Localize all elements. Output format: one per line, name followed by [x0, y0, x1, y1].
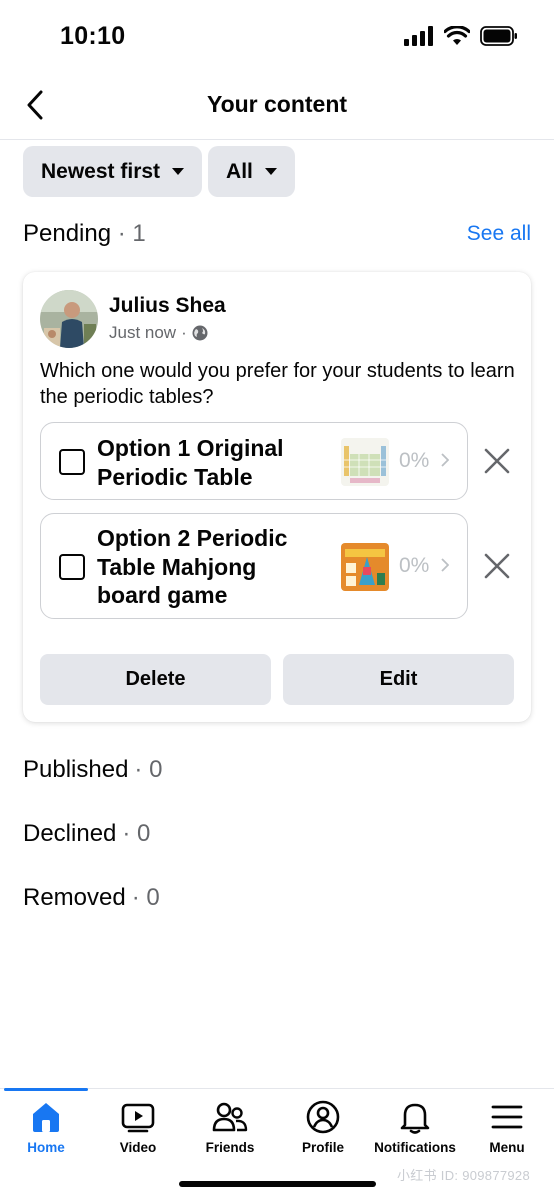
page-title: Your content [206, 91, 348, 117]
tab-video[interactable]: Video [92, 1099, 184, 1165]
wifi-icon [444, 26, 470, 45]
tab-label: Notifications [374, 1140, 456, 1155]
section-count: · 0 [122, 820, 151, 847]
edit-button[interactable]: Edit [283, 654, 514, 705]
tab-home[interactable]: Home [0, 1099, 92, 1165]
option-percent: 0% [399, 554, 430, 577]
globe-icon [192, 325, 208, 341]
chevron-right-icon [441, 451, 450, 472]
tab-label: Friends [205, 1140, 255, 1155]
section-label: Removed [23, 884, 126, 911]
section-count: · 0 [134, 756, 163, 783]
home-icon [28, 1099, 64, 1135]
pending-post-card: Julius Shea Just now · Which one would y… [23, 272, 531, 722]
section-label: Published [23, 756, 129, 783]
sort-filter-label: Newest first [41, 159, 161, 183]
see-all-link[interactable]: See all [467, 222, 531, 246]
meta-separator: · [181, 323, 187, 342]
status-icons [404, 26, 518, 46]
poll-question: Which one would you prefer for your stud… [40, 360, 515, 408]
chevron-right-icon [441, 556, 450, 577]
section-count: · 0 [131, 884, 160, 911]
periodic-table-thumbnail [341, 438, 389, 486]
mahjong-game-thumbnail [341, 543, 389, 591]
status-time: 10:10 [60, 22, 126, 50]
option-checkbox[interactable] [59, 554, 85, 580]
option-label: Option 2 Periodic Table Mahjong board ga… [97, 525, 288, 608]
signal-icon [404, 26, 433, 46]
watermark: 小红书 ID: 909877928 [396, 1168, 530, 1183]
status-bar: 10:10 [0, 0, 554, 72]
pending-section-header: Pending · 1 See all [23, 220, 531, 248]
menu-icon [489, 1099, 525, 1135]
post-meta: Just now · [109, 323, 208, 343]
battery-icon [480, 26, 517, 46]
profile-icon [305, 1099, 341, 1135]
section-label: Declined [23, 820, 117, 847]
bottom-tab-bar: Home Video Friends Profile Notifications… [0, 1088, 554, 1200]
post-author[interactable]: Julius Shea [109, 294, 226, 318]
tab-menu[interactable]: Menu [461, 1099, 553, 1165]
tab-label: Menu [489, 1140, 525, 1155]
poll-option-2[interactable]: Option 2 Periodic Table Mahjong board ga… [40, 513, 468, 619]
published-section[interactable]: Published · 0 [23, 756, 531, 784]
sort-filter-chip[interactable]: Newest first [23, 146, 203, 197]
active-tab-indicator [4, 1088, 88, 1091]
type-filter-chip[interactable]: All [208, 146, 295, 197]
delete-button[interactable]: Delete [40, 654, 271, 705]
tab-notifications[interactable]: Notifications [369, 1099, 461, 1165]
type-filter-label: All [226, 159, 253, 183]
nav-header: Your content [0, 72, 554, 140]
video-icon [120, 1099, 156, 1135]
home-indicator[interactable] [179, 1181, 376, 1187]
tab-label: Profile [301, 1140, 344, 1155]
remove-option-2-button[interactable] [481, 550, 513, 582]
close-icon [484, 448, 510, 474]
option-checkbox[interactable] [59, 449, 85, 475]
option-percent: 0% [399, 449, 430, 472]
poll-option-1[interactable]: Option 1 Original Periodic Table 0% [40, 422, 468, 500]
pending-count: · 1 [117, 220, 146, 247]
tab-profile[interactable]: Profile [277, 1099, 369, 1165]
tab-friends[interactable]: Friends [184, 1099, 276, 1165]
tab-label: Video [119, 1140, 157, 1155]
bell-icon [397, 1099, 433, 1135]
avatar[interactable] [40, 290, 98, 348]
declined-section[interactable]: Declined · 0 [23, 820, 531, 848]
caret-down-icon [264, 168, 277, 175]
close-icon [484, 553, 510, 579]
caret-down-icon [172, 168, 185, 175]
post-time: Just now [109, 323, 177, 342]
friends-icon [212, 1099, 248, 1135]
pending-label: Pending [23, 220, 112, 247]
tab-label: Home [27, 1140, 65, 1155]
removed-section[interactable]: Removed · 0 [23, 884, 531, 912]
option-label: Option 1 Original Periodic Table [97, 435, 284, 490]
remove-option-1-button[interactable] [481, 445, 513, 477]
filter-bar: Newest first All [23, 146, 295, 197]
